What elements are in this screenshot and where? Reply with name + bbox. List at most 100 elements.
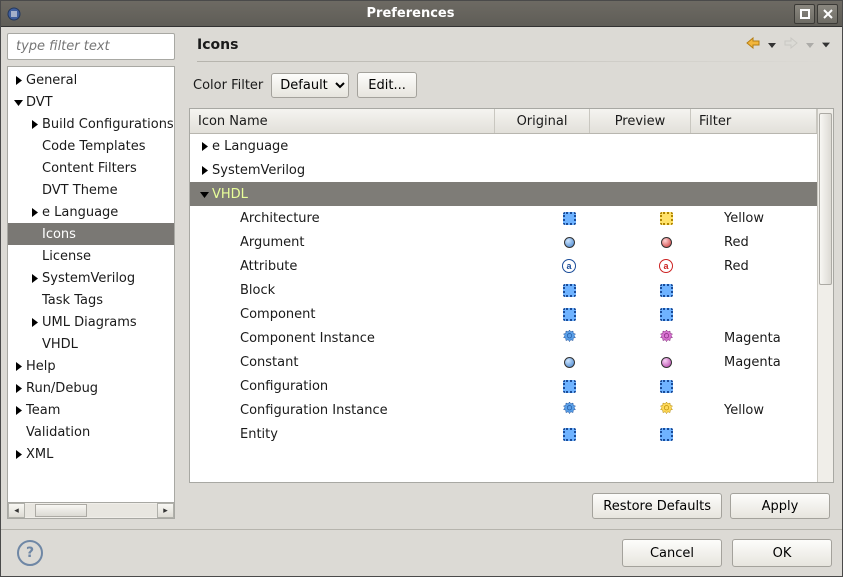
back-icon[interactable]: [746, 37, 760, 53]
disclosure-triangle-icon[interactable]: [12, 96, 24, 108]
titlebar: Preferences: [1, 1, 842, 27]
gear-icon: [660, 402, 673, 419]
tree-spacer: [28, 162, 40, 174]
tree-spacer: [226, 260, 238, 272]
th-icon-name[interactable]: Icon Name: [190, 109, 495, 133]
cell-preview: [616, 212, 716, 225]
filter-input-wrap[interactable]: [7, 33, 175, 60]
page-title: Icons: [197, 37, 746, 53]
tree-item[interactable]: Team: [8, 399, 174, 421]
table-group-row[interactable]: VHDL: [190, 182, 817, 206]
cell-filter: Yellow: [716, 403, 817, 418]
tree-item[interactable]: Icons: [8, 223, 174, 245]
back-menu-icon[interactable]: [768, 38, 776, 53]
tree-item[interactable]: VHDL: [8, 333, 174, 355]
disclosure-triangle-icon[interactable]: [12, 404, 24, 416]
table-scroll-thumb[interactable]: [819, 113, 832, 285]
filter-input[interactable]: [14, 38, 186, 55]
th-preview[interactable]: Preview: [590, 109, 691, 133]
tree-item[interactable]: Task Tags: [8, 289, 174, 311]
edit-button[interactable]: Edit...: [357, 72, 417, 98]
disclosure-triangle-icon[interactable]: [28, 118, 40, 130]
cell-filter: Magenta: [716, 355, 817, 370]
cell-original: [522, 212, 616, 225]
disclosure-triangle-icon[interactable]: [28, 316, 40, 328]
dot-icon: [661, 237, 672, 248]
nav-sidebar: General DVTBuild ConfigurationsCode Templ…: [7, 33, 175, 519]
tree-item-label: License: [42, 249, 91, 264]
table-row[interactable]: Component: [190, 302, 817, 326]
tree-spacer: [28, 338, 40, 350]
tree-item-label: Content Filters: [42, 161, 137, 176]
help-icon[interactable]: ?: [17, 540, 43, 566]
tree-item[interactable]: Run/Debug: [8, 377, 174, 399]
cell-preview: a: [616, 259, 716, 273]
tree-item-label: UML Diagrams: [42, 315, 137, 330]
icon-table: Icon Name Original Preview Filter e Lang…: [189, 108, 834, 483]
ok-button[interactable]: OK: [732, 539, 832, 567]
cell-original: [522, 237, 616, 248]
tree-item[interactable]: DVT: [8, 91, 174, 113]
tree-item-label: Run/Debug: [26, 381, 98, 396]
table-row[interactable]: Configuration InstanceYellow: [190, 398, 817, 422]
disclosure-triangle-icon[interactable]: [198, 164, 210, 176]
tree-spacer: [28, 228, 40, 240]
tree-item[interactable]: DVT Theme: [8, 179, 174, 201]
preferences-tree[interactable]: General DVTBuild ConfigurationsCode Templ…: [7, 66, 175, 503]
table-row[interactable]: Block: [190, 278, 817, 302]
tree-item[interactable]: Content Filters: [8, 157, 174, 179]
tree-spacer: [28, 140, 40, 152]
disclosure-triangle-icon[interactable]: [198, 140, 210, 152]
disclosure-triangle-icon[interactable]: [28, 206, 40, 218]
scroll-thumb[interactable]: [35, 504, 87, 517]
color-filter-select[interactable]: Default: [271, 73, 349, 98]
table-row[interactable]: ConstantMagenta: [190, 350, 817, 374]
table-row[interactable]: AttributeaaRed: [190, 254, 817, 278]
cell-original: [522, 402, 616, 419]
gear-icon: [660, 330, 673, 347]
tree-item[interactable]: License: [8, 245, 174, 267]
table-row[interactable]: ArchitectureYellow: [190, 206, 817, 230]
row-label: Component Instance: [240, 331, 375, 346]
scroll-left-icon[interactable]: ◂: [8, 503, 25, 518]
chip-icon: [660, 428, 673, 441]
table-v-scrollbar[interactable]: [817, 109, 833, 482]
tree-item-label: General: [26, 73, 77, 88]
window-close-button[interactable]: [817, 4, 838, 24]
disclosure-triangle-icon[interactable]: [12, 448, 24, 460]
th-filter[interactable]: Filter: [691, 109, 817, 133]
disclosure-triangle-icon[interactable]: [12, 360, 24, 372]
tree-item[interactable]: Help: [8, 355, 174, 377]
tree-item[interactable]: Validation: [8, 421, 174, 443]
apply-button[interactable]: Apply: [730, 493, 830, 519]
chip-icon: [660, 284, 673, 297]
view-menu-icon[interactable]: [822, 38, 830, 53]
scroll-right-icon[interactable]: ▸: [157, 503, 174, 518]
tree-item[interactable]: General: [8, 69, 174, 91]
tree-item[interactable]: Code Templates: [8, 135, 174, 157]
restore-defaults-button[interactable]: Restore Defaults: [592, 493, 722, 519]
cell-original: [522, 428, 616, 441]
tree-spacer: [12, 426, 24, 438]
tree-item[interactable]: UML Diagrams: [8, 311, 174, 333]
disclosure-triangle-icon[interactable]: [28, 272, 40, 284]
disclosure-triangle-icon[interactable]: [198, 188, 210, 200]
table-group-row[interactable]: SystemVerilog: [190, 158, 817, 182]
table-row[interactable]: Configuration: [190, 374, 817, 398]
th-original[interactable]: Original: [495, 109, 590, 133]
tree-item[interactable]: Build Configurations: [8, 113, 174, 135]
disclosure-triangle-icon[interactable]: [12, 74, 24, 86]
tree-item[interactable]: XML: [8, 443, 174, 465]
tree-spacer: [226, 332, 238, 344]
table-row[interactable]: Component InstanceMagenta: [190, 326, 817, 350]
table-group-row[interactable]: e Language: [190, 134, 817, 158]
cancel-button[interactable]: Cancel: [622, 539, 722, 567]
window-maximize-button[interactable]: [794, 4, 815, 24]
table-row[interactable]: ArgumentRed: [190, 230, 817, 254]
tree-item[interactable]: SystemVerilog: [8, 267, 174, 289]
disclosure-triangle-icon[interactable]: [12, 382, 24, 394]
tree-item[interactable]: e Language: [8, 201, 174, 223]
tree-h-scrollbar[interactable]: ◂ ▸: [7, 503, 175, 519]
table-row[interactable]: Entity: [190, 422, 817, 446]
cell-preview: [616, 428, 716, 441]
